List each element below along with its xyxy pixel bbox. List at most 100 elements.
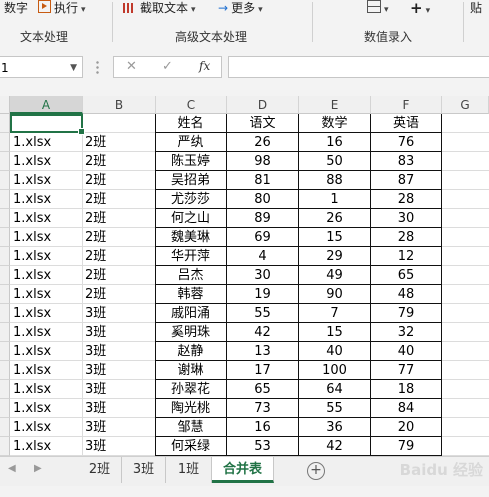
insert-function-icon[interactable]: fx (199, 59, 210, 73)
cell-cls[interactable]: 3班 (85, 342, 155, 361)
cell-chinese[interactable]: 53 (227, 437, 299, 456)
cell-cls[interactable]: 3班 (85, 323, 155, 342)
cell-cls[interactable]: 2班 (85, 190, 155, 209)
row-header[interactable] (0, 323, 10, 342)
cell-cls[interactable]: 3班 (85, 380, 155, 399)
cell-math[interactable]: 42 (299, 437, 371, 456)
cell-english[interactable]: 79 (371, 437, 442, 456)
cell-file[interactable]: 1.xlsx (13, 304, 83, 323)
cell-name[interactable]: 何之山 (155, 209, 227, 228)
cell-chinese[interactable]: 30 (227, 266, 299, 285)
cell-math[interactable]: 90 (299, 285, 371, 304)
cell-math[interactable]: 29 (299, 247, 371, 266)
cell-cls[interactable]: 2班 (85, 209, 155, 228)
cell-english[interactable]: 28 (371, 190, 442, 209)
cell-file[interactable]: 1.xlsx (13, 399, 83, 418)
cell-math[interactable]: 55 (299, 399, 371, 418)
cell-chinese[interactable]: 98 (227, 152, 299, 171)
cell-cls[interactable]: 2班 (85, 285, 155, 304)
column-header-d[interactable]: D (227, 96, 299, 114)
row-header[interactable] (0, 114, 10, 133)
cell-math[interactable]: 26 (299, 209, 371, 228)
row-header[interactable] (0, 266, 10, 285)
worksheet[interactable]: 姓名 语文 数学 英语 1.xlsx 2班 严纨 26 16 76 1.xlsx 2班 陈玉婷 9… (10, 114, 489, 456)
cell-cls[interactable]: 2班 (85, 228, 155, 247)
cell-english[interactable]: 20 (371, 418, 442, 437)
row-header[interactable] (0, 304, 10, 323)
cell-name[interactable]: 尤莎莎 (155, 190, 227, 209)
cell-file[interactable]: 1.xlsx (13, 266, 83, 285)
cell-file[interactable]: 1.xlsx (13, 133, 83, 152)
cancel-icon[interactable]: ✕ (126, 59, 137, 74)
cell-file[interactable]: 1.xlsx (13, 437, 83, 456)
cell-file[interactable]: 1.xlsx (13, 342, 83, 361)
splitter-handle[interactable] (96, 60, 99, 74)
cell-english[interactable]: 12 (371, 247, 442, 266)
enter-icon[interactable]: ✓ (162, 59, 173, 74)
cell-file[interactable]: 1.xlsx (13, 323, 83, 342)
cell-english[interactable]: 65 (371, 266, 442, 285)
prev-sheet-icon[interactable]: ◀ (8, 463, 16, 474)
cell-chinese[interactable]: 16 (227, 418, 299, 437)
cell-math[interactable]: 15 (299, 323, 371, 342)
cell-name[interactable]: 孙翠花 (155, 380, 227, 399)
cell-chinese[interactable]: 42 (227, 323, 299, 342)
formula-input[interactable] (228, 56, 489, 78)
cell-math[interactable]: 88 (299, 171, 371, 190)
row-header[interactable] (0, 342, 10, 361)
cell-english[interactable]: 77 (371, 361, 442, 380)
cell-file[interactable]: 1.xlsx (13, 380, 83, 399)
cell-english[interactable]: 79 (371, 304, 442, 323)
row-header[interactable] (0, 380, 10, 399)
cell-math[interactable]: 40 (299, 342, 371, 361)
cell-chinese[interactable]: 65 (227, 380, 299, 399)
column-header-a[interactable]: A (10, 96, 83, 114)
cell-math[interactable]: 1 (299, 190, 371, 209)
cell-cls[interactable]: 2班 (85, 266, 155, 285)
cell-chinese[interactable]: 89 (227, 209, 299, 228)
cell-name[interactable]: 华开萍 (155, 247, 227, 266)
cell-chinese[interactable]: 80 (227, 190, 299, 209)
cell-english[interactable]: 18 (371, 380, 442, 399)
select-all-corner[interactable] (0, 96, 10, 114)
cell-math[interactable]: 50 (299, 152, 371, 171)
cell-file[interactable]: 1.xlsx (13, 152, 83, 171)
column-header-f[interactable]: F (371, 96, 442, 114)
cell-cls[interactable]: 3班 (85, 418, 155, 437)
cell-cls[interactable]: 3班 (85, 361, 155, 380)
cell-file[interactable]: 1.xlsx (13, 285, 83, 304)
cell-name[interactable]: 陈玉婷 (155, 152, 227, 171)
cell-math[interactable]: 16 (299, 133, 371, 152)
cell-english[interactable]: 76 (371, 133, 442, 152)
cell-name[interactable]: 韩蓉 (155, 285, 227, 304)
cell-math[interactable]: 49 (299, 266, 371, 285)
row-header[interactable] (0, 437, 10, 456)
row-header[interactable] (0, 152, 10, 171)
next-sheet-icon[interactable]: ▶ (34, 463, 42, 474)
row-header[interactable] (0, 190, 10, 209)
cell-name[interactable]: 戚阳涌 (155, 304, 227, 323)
cell-math[interactable]: 15 (299, 228, 371, 247)
cell-file[interactable]: 1.xlsx (13, 190, 83, 209)
paste-button[interactable]: 贴 (470, 0, 482, 18)
row-header[interactable] (0, 209, 10, 228)
column-header-c[interactable]: C (156, 96, 227, 114)
cell-cls[interactable]: 2班 (85, 171, 155, 190)
cell-name[interactable]: 陶光桃 (155, 399, 227, 418)
cell-name[interactable]: 赵静 (155, 342, 227, 361)
execute-button[interactable]: 执行 ▾ (38, 0, 86, 18)
active-cell-selection[interactable] (10, 114, 85, 135)
cell-name[interactable]: 邹慧 (155, 418, 227, 437)
cell-name[interactable]: 奚明珠 (155, 323, 227, 342)
row-header[interactable] (0, 361, 10, 380)
cell-chinese[interactable]: 17 (227, 361, 299, 380)
column-header-e[interactable]: E (299, 96, 371, 114)
cell-chinese[interactable]: 55 (227, 304, 299, 323)
cell-cls[interactable]: 2班 (85, 133, 155, 152)
cell-cls[interactable]: 3班 (85, 437, 155, 456)
cell-chinese[interactable]: 13 (227, 342, 299, 361)
cell-name[interactable]: 谢琳 (155, 361, 227, 380)
cell-english[interactable]: 48 (371, 285, 442, 304)
cell-cls[interactable]: 2班 (85, 152, 155, 171)
cell-english[interactable]: 83 (371, 152, 442, 171)
